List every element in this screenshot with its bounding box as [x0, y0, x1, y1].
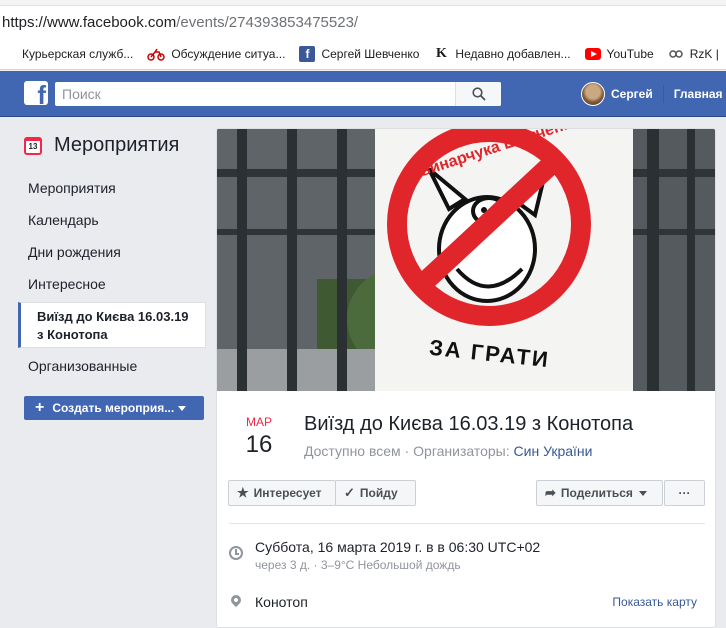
address-bar[interactable]: https://www.facebook.com/events/27439385… — [0, 6, 726, 38]
interested-button[interactable]: ★ Интересует — [228, 480, 336, 506]
header-divider — [662, 85, 664, 103]
event-title: Виїзд до Києва 16.03.19 з Конотопа — [304, 413, 634, 435]
clock-icon — [229, 546, 243, 560]
nav-item-current-event[interactable]: Виїзд до Києва 16.03.19 з Конотопа — [18, 302, 206, 348]
facebook-icon: f — [299, 45, 316, 62]
event-date-badge: МАР 16 — [239, 415, 279, 459]
event-datetime: Суббота, 16 марта 2019 г. в в 06:30 UTC+… — [255, 539, 541, 555]
create-event-button[interactable]: + Создать мероприя... — [24, 396, 204, 420]
search-button[interactable] — [455, 82, 501, 106]
event-cover-photo[interactable]: #Свинарчука Шевченка ЗА ГРАТИ — [217, 129, 715, 391]
motorbike-icon — [147, 46, 166, 62]
fb-header: f Сергей Главная — [0, 71, 726, 117]
bookmark-label: Курьерская служб... — [22, 46, 134, 61]
bookmarks-bar: Курьерская служб... Обсуждение ситуа... … — [0, 38, 726, 70]
nav-title-text: Мероприятия — [54, 134, 180, 156]
separator-dot: · — [404, 443, 410, 459]
bookmark-label: Сергей Шевченко — [321, 46, 420, 61]
interested-label: Интересует — [253, 486, 322, 500]
chevron-down-icon — [178, 405, 187, 411]
nav-list: Мероприятия Календарь Дни рождения Интер… — [18, 172, 206, 382]
event-month: МАР — [245, 415, 272, 429]
bookmark-label: RzK | — [689, 46, 719, 61]
check-icon: ✓ — [344, 485, 355, 500]
avatar[interactable] — [581, 82, 605, 106]
bookmark-label: Обсуждение ситуа... — [171, 46, 286, 61]
search-icon — [471, 87, 486, 101]
user-name-link[interactable]: Сергей — [611, 87, 653, 101]
bookmark-label: YouTube — [606, 46, 654, 61]
event-time-block: Суббота, 16 марта 2019 г. в в 06:30 UTC+… — [255, 539, 540, 572]
search-input[interactable] — [55, 82, 455, 106]
location-pin-icon — [228, 592, 244, 608]
k-icon: K — [435, 45, 447, 61]
search-box — [55, 82, 501, 106]
bookmark-label: Недавно добавлен... — [455, 46, 571, 61]
nav-item-discover[interactable]: Интересное — [18, 268, 206, 300]
show-map-link[interactable]: Показать карту — [612, 595, 697, 609]
plus-icon: + — [35, 399, 45, 416]
chevron-down-icon — [638, 490, 647, 496]
share-label: Поделиться — [560, 486, 633, 500]
nav-item-birthdays[interactable]: Дни рождения — [18, 236, 206, 268]
event-datetime-sub: через 3 д. · 3–9°C Небольшой дождь — [255, 558, 461, 572]
home-link[interactable]: Главная — [674, 87, 723, 101]
bookmark-courier[interactable]: Курьерская служб... — [0, 46, 133, 62]
star-icon: ★ — [237, 485, 249, 500]
share-button[interactable]: ➦ Поделиться — [536, 480, 663, 506]
bookmark-discussion[interactable]: Обсуждение ситуа... — [147, 46, 285, 62]
event-privacy: Доступно всем — [304, 443, 401, 459]
nav-title: 13 Мероприятия — [24, 134, 179, 157]
event-card: #Свинарчука Шевченка ЗА ГРАТИ МАР 16 Виї… — [216, 128, 716, 628]
nav-item-events[interactable]: Мероприятия — [18, 172, 206, 204]
share-arrow-icon: ➦ — [545, 485, 556, 500]
youtube-icon — [584, 47, 601, 60]
url-host: https://www.facebook.com — [2, 13, 177, 31]
going-label: Пойду — [359, 486, 398, 500]
bookmark-rzk[interactable]: RzK | — [668, 46, 719, 62]
more-options-button[interactable]: ··· — [664, 480, 705, 506]
more-icon: ··· — [678, 486, 691, 500]
url-path: /events/274393853475523/ — [176, 13, 359, 31]
going-button[interactable]: ✓ Пойду — [335, 480, 416, 506]
bookmark-sergey[interactable]: f Сергей Шевченко — [299, 45, 420, 62]
bookmark-recent[interactable]: K Недавно добавлен... — [433, 45, 571, 62]
event-subtitle: Доступно всем · Организаторы: Син Україн… — [304, 443, 593, 459]
event-actions: ★ Интересует ✓ Пойду ➦ Поделиться ··· — [228, 480, 706, 508]
event-day: 16 — [245, 431, 273, 458]
calendar-icon: 13 — [24, 136, 42, 155]
nav-item-calendar[interactable]: Календарь — [18, 204, 206, 236]
organizers-label: Организаторы: — [413, 443, 510, 459]
create-event-label: Создать мероприя... — [52, 401, 175, 415]
nav-item-hosting[interactable]: Организованные — [18, 350, 206, 382]
event-location[interactable]: Конотоп — [255, 594, 308, 610]
facebook-logo-icon[interactable]: f — [24, 81, 48, 105]
page-icon — [0, 46, 16, 62]
bookmark-youtube[interactable]: YouTube — [584, 46, 654, 61]
section-divider — [229, 523, 705, 524]
user-nav: Сергей Главная — [581, 82, 723, 106]
rzk-icon — [668, 46, 684, 62]
organizer-link[interactable]: Син України — [514, 443, 593, 459]
